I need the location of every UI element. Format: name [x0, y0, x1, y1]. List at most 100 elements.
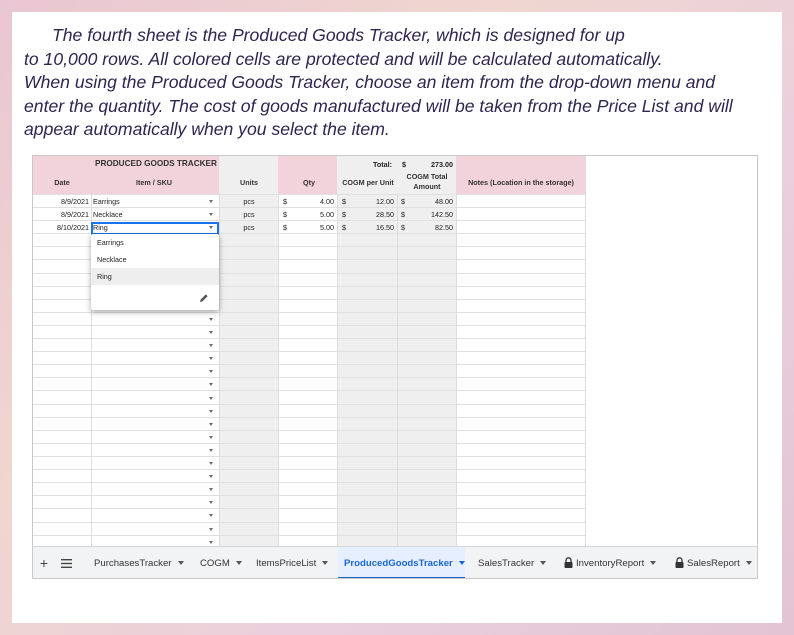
cell-item[interactable]: Necklace: [93, 210, 203, 219]
row-gridline: [33, 456, 585, 457]
chevron-down-icon[interactable]: [745, 561, 752, 566]
tab-label: PurchasesTracker: [94, 558, 172, 569]
chevron-down-icon[interactable]: [458, 561, 465, 566]
cell-currency[interactable]: $: [401, 223, 409, 232]
chevron-down-icon[interactable]: [209, 397, 213, 400]
header-item: Item / SKU: [136, 178, 172, 187]
chevron-down-icon[interactable]: [209, 501, 213, 504]
chevron-down-icon[interactable]: [209, 318, 213, 321]
cell-qty[interactable]: 4.00: [299, 197, 334, 206]
edit-pencil-icon[interactable]: [199, 293, 209, 303]
tab-label: InventoryReport: [576, 558, 645, 569]
cell-currency[interactable]: $: [283, 197, 291, 206]
row-gridline: [33, 220, 585, 221]
chevron-down-icon[interactable]: [209, 344, 213, 347]
tab-salesreport[interactable]: SalesReport: [674, 547, 754, 578]
column-gridline: [219, 194, 220, 546]
cell-currency[interactable]: $: [342, 223, 350, 232]
tab-purchasestracker[interactable]: PurchasesTracker: [93, 547, 189, 578]
dropdown-option[interactable]: Necklace: [91, 251, 219, 268]
tab-cogm[interactable]: COGM: [199, 547, 245, 578]
row-gridline: [33, 508, 585, 509]
dropdown-option[interactable]: Earrings: [91, 234, 219, 251]
chevron-down-icon[interactable]: [209, 475, 213, 478]
chevron-down-icon[interactable]: [209, 462, 213, 465]
row-gridline: [33, 443, 585, 444]
dropdown-option-highlighted[interactable]: Ring: [91, 268, 219, 285]
spreadsheet[interactable]: PRODUCED GOODS TRACKER Total: $ 273.00 D…: [32, 155, 758, 579]
cell-cogm-unit[interactable]: 16.50: [359, 223, 394, 232]
cell-date[interactable]: 8/10/2021: [35, 223, 89, 232]
cell-units[interactable]: pcs: [229, 197, 269, 206]
column-gridline: [337, 194, 338, 546]
tab-salestracker[interactable]: SalesTracker: [477, 547, 553, 578]
intro-line: The fourth sheet is the Produced Goods T…: [52, 25, 625, 45]
header-date: Date: [54, 178, 70, 187]
tab-label: SalesReport: [687, 558, 740, 569]
row-gridline: [33, 495, 585, 496]
chevron-down-icon[interactable]: [209, 541, 213, 544]
cell-currency[interactable]: $: [401, 197, 409, 206]
lock-icon: [675, 557, 684, 568]
column-gridline: [456, 194, 457, 546]
tab-itemspricelist[interactable]: ItemsPriceList: [255, 547, 330, 578]
row-gridline: [33, 417, 585, 418]
chevron-down-icon[interactable]: [540, 561, 547, 566]
tab-inventoryreport[interactable]: InventoryReport: [563, 547, 663, 578]
column-gridline: [397, 194, 398, 546]
row-gridline: [33, 207, 585, 208]
header-cogm-unit: COGM per Unit: [342, 178, 394, 187]
chevron-down-icon[interactable]: [209, 488, 213, 491]
row-gridline: [33, 390, 585, 391]
row-gridline: [33, 351, 585, 352]
cell-currency[interactable]: $: [401, 210, 409, 219]
chevron-down-icon[interactable]: [209, 423, 213, 426]
chevron-down-icon[interactable]: [235, 561, 242, 566]
add-sheet-button[interactable]: +: [37, 547, 51, 578]
cell-currency[interactable]: $: [283, 223, 291, 232]
chevron-down-icon[interactable]: [209, 370, 213, 373]
intro-line: When using the Produced Goods Tracker, c…: [24, 72, 716, 92]
chevron-down-icon[interactable]: [209, 514, 213, 517]
tab-label: SalesTracker: [478, 558, 535, 569]
chevron-down-icon[interactable]: [209, 449, 213, 452]
cell-date[interactable]: 8/9/2021: [35, 197, 89, 206]
chevron-down-icon[interactable]: [209, 213, 213, 216]
cell-qty[interactable]: 5.00: [299, 210, 334, 219]
chevron-down-icon[interactable]: [322, 561, 329, 566]
row-gridline: [33, 364, 585, 365]
chevron-down-icon[interactable]: [209, 331, 213, 334]
header-notes: Notes (Location in the storage): [468, 178, 574, 187]
cell-cogm-total[interactable]: 82.50: [417, 223, 453, 232]
row-gridline: [33, 430, 585, 431]
column-gridline: [278, 194, 279, 546]
cell-currency[interactable]: $: [342, 210, 350, 219]
cell-currency[interactable]: $: [283, 210, 291, 219]
chevron-down-icon[interactable]: [177, 561, 184, 566]
chevron-down-icon[interactable]: [209, 383, 213, 386]
cell-currency[interactable]: $: [342, 197, 350, 206]
cell-units[interactable]: pcs: [229, 210, 269, 219]
intro-line: appear automatically when you select the…: [24, 119, 390, 139]
chevron-down-icon[interactable]: [209, 357, 213, 360]
cell-qty[interactable]: 5.00: [299, 223, 334, 232]
chevron-down-icon[interactable]: [650, 561, 657, 566]
chevron-down-icon[interactable]: [209, 528, 213, 531]
header-cogm-total: Amount: [413, 182, 441, 191]
grid[interactable]: PRODUCED GOODS TRACKER Total: $ 273.00 D…: [33, 156, 757, 546]
cell-cogm-unit[interactable]: 28.50: [359, 210, 394, 219]
cell-date[interactable]: 8/9/2021: [35, 210, 89, 219]
cell-cogm-total[interactable]: 48.00: [417, 197, 453, 206]
cell-item[interactable]: Earrings: [93, 197, 203, 206]
tab-producedgoodstracker[interactable]: ProducedGoodsTracker: [338, 547, 465, 578]
sheet-blank-area[interactable]: [585, 156, 757, 546]
all-sheets-menu-icon[interactable]: [61, 559, 72, 568]
chevron-down-icon[interactable]: [209, 200, 213, 203]
lock-icon: [564, 557, 573, 568]
chevron-down-icon[interactable]: [209, 410, 213, 413]
cell-cogm-unit[interactable]: 12.00: [359, 197, 394, 206]
item-dropdown[interactable]: Earrings Necklace Ring: [91, 234, 219, 310]
chevron-down-icon[interactable]: [209, 436, 213, 439]
cell-units[interactable]: pcs: [229, 223, 269, 232]
cell-cogm-total[interactable]: 142.50: [417, 210, 453, 219]
